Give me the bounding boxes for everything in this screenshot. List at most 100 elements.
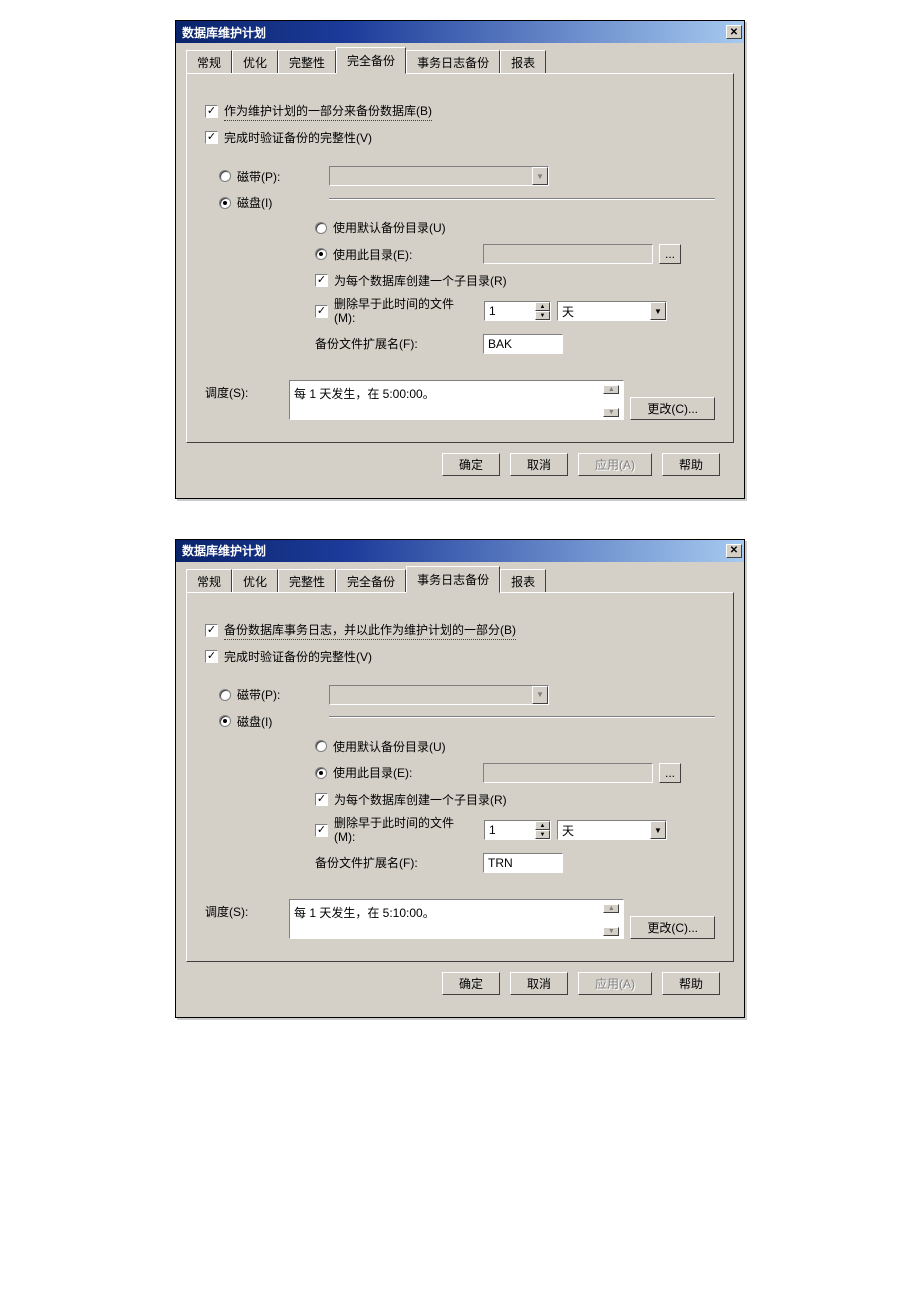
tab-4[interactable]: 事务日志备份 bbox=[406, 566, 500, 593]
radio-this-dir[interactable] bbox=[315, 248, 327, 260]
delete-older-unit-select[interactable]: 天▼ bbox=[557, 820, 667, 840]
tab-4[interactable]: 事务日志备份 bbox=[406, 50, 500, 74]
label-disk: 磁盘(I) bbox=[237, 713, 329, 730]
label-extension: 备份文件扩展名(F): bbox=[315, 335, 483, 352]
checkbox-subdir[interactable] bbox=[315, 274, 328, 287]
label-backup-as-part: 备份数据库事务日志，并以此作为维护计划的一部分(B) bbox=[224, 621, 516, 640]
row-backup-part: 作为维护计划的一部分来备份数据库(B) bbox=[205, 102, 715, 121]
scroll-down-icon: ▼ bbox=[603, 927, 619, 936]
directory-input[interactable] bbox=[483, 763, 653, 783]
delete-older-value[interactable] bbox=[485, 302, 535, 320]
help-button[interactable]: 帮助 bbox=[662, 972, 720, 995]
change-button[interactable]: 更改(C)... bbox=[630, 916, 715, 939]
cancel-button[interactable]: 取消 bbox=[510, 972, 568, 995]
row-default-dir: 使用默认备份目录(U) bbox=[315, 219, 715, 236]
tab-3[interactable]: 完全备份 bbox=[336, 47, 406, 74]
checkbox-verify-integrity[interactable] bbox=[205, 650, 218, 663]
row-tape: 磁带(P):▼ bbox=[219, 166, 715, 186]
label-disk: 磁盘(I) bbox=[237, 194, 329, 211]
tab-2[interactable]: 完整性 bbox=[278, 50, 336, 74]
chevron-down-icon[interactable]: ▼ bbox=[650, 302, 666, 320]
row-disk: 磁盘(I) bbox=[219, 713, 715, 730]
radio-disk[interactable] bbox=[219, 197, 231, 209]
close-icon[interactable]: ✕ bbox=[726, 544, 742, 558]
delete-older-unit: 天 bbox=[562, 303, 574, 320]
checkbox-delete-older[interactable] bbox=[315, 305, 328, 318]
ok-button[interactable]: 确定 bbox=[442, 453, 500, 476]
checkbox-backup-as-part[interactable] bbox=[205, 624, 218, 637]
delete-older-value[interactable] bbox=[485, 821, 535, 839]
label-default-dir: 使用默认备份目录(U) bbox=[333, 738, 446, 755]
close-icon[interactable]: ✕ bbox=[726, 25, 742, 39]
radio-tape[interactable] bbox=[219, 170, 231, 182]
radio-this-dir[interactable] bbox=[315, 767, 327, 779]
row-subdir: 为每个数据库创建一个子目录(R) bbox=[315, 791, 715, 808]
apply-button: 应用(A) bbox=[578, 453, 652, 476]
row-verify: 完成时验证备份的完整性(V) bbox=[205, 648, 715, 665]
schedule-textarea[interactable]: 每 1 天发生，在 5:00:00。▲▼ bbox=[289, 380, 624, 420]
checkbox-delete-older[interactable] bbox=[315, 824, 328, 837]
delete-older-unit-select[interactable]: 天▼ bbox=[557, 301, 667, 321]
delete-older-spinner[interactable]: ▲▼ bbox=[484, 301, 551, 321]
tab-1[interactable]: 优化 bbox=[232, 50, 278, 74]
apply-button: 应用(A) bbox=[578, 972, 652, 995]
cancel-button[interactable]: 取消 bbox=[510, 453, 568, 476]
label-schedule: 调度(S): bbox=[205, 380, 289, 401]
tabs: 常规优化完整性完全备份事务日志备份报表 bbox=[186, 51, 734, 73]
chevron-down-icon: ▼ bbox=[532, 686, 548, 704]
row-delete-older: 删除早于此时间的文件(M):▲▼天▼ bbox=[315, 816, 715, 845]
label-verify: 完成时验证备份的完整性(V) bbox=[224, 648, 372, 665]
tab-body: 作为维护计划的一部分来备份数据库(B)完成时验证备份的完整性(V)磁带(P):▼… bbox=[186, 73, 734, 443]
row-disk: 磁盘(I) bbox=[219, 194, 715, 211]
row-default-dir: 使用默认备份目录(U) bbox=[315, 738, 715, 755]
row-delete-older: 删除早于此时间的文件(M):▲▼天▼ bbox=[315, 297, 715, 326]
tab-0[interactable]: 常规 bbox=[186, 50, 232, 74]
titlebar: 数据库维护计划✕ bbox=[176, 540, 744, 562]
row-extension: 备份文件扩展名(F): bbox=[315, 334, 715, 354]
schedule-textarea[interactable]: 每 1 天发生，在 5:10:00。▲▼ bbox=[289, 899, 624, 939]
chevron-down-icon: ▼ bbox=[532, 167, 548, 185]
checkbox-backup-as-part[interactable] bbox=[205, 105, 218, 118]
tab-5[interactable]: 报表 bbox=[500, 50, 546, 74]
ok-button[interactable]: 确定 bbox=[442, 972, 500, 995]
checkbox-subdir[interactable] bbox=[315, 793, 328, 806]
row-schedule: 调度(S):每 1 天发生，在 5:10:00。▲▼更改(C)... bbox=[205, 899, 715, 939]
extension-input[interactable] bbox=[483, 853, 563, 873]
chevron-down-icon[interactable]: ▼ bbox=[650, 821, 666, 839]
row-this-dir: 使用此目录(E):... bbox=[315, 763, 715, 783]
tape-combo: ▼ bbox=[329, 166, 549, 186]
radio-default-dir[interactable] bbox=[315, 222, 327, 234]
radio-disk[interactable] bbox=[219, 715, 231, 727]
label-backup-as-part: 作为维护计划的一部分来备份数据库(B) bbox=[224, 102, 432, 121]
label-this-dir: 使用此目录(E): bbox=[333, 246, 483, 263]
browse-button[interactable]: ... bbox=[659, 244, 681, 264]
change-button[interactable]: 更改(C)... bbox=[630, 397, 715, 420]
extension-input[interactable] bbox=[483, 334, 563, 354]
spin-down-icon[interactable]: ▼ bbox=[535, 830, 550, 839]
delete-older-spinner[interactable]: ▲▼ bbox=[484, 820, 551, 840]
tab-0[interactable]: 常规 bbox=[186, 569, 232, 593]
spin-up-icon[interactable]: ▲ bbox=[535, 821, 550, 830]
label-extension: 备份文件扩展名(F): bbox=[315, 854, 483, 871]
button-row: 确定取消应用(A) 帮助 bbox=[186, 962, 734, 1007]
button-row: 确定取消应用(A) 帮助 bbox=[186, 443, 734, 488]
spin-down-icon[interactable]: ▼ bbox=[535, 311, 550, 320]
checkbox-verify-integrity[interactable] bbox=[205, 131, 218, 144]
directory-input[interactable] bbox=[483, 244, 653, 264]
tab-2[interactable]: 完整性 bbox=[278, 569, 336, 593]
delete-older-unit: 天 bbox=[562, 822, 574, 839]
tab-3[interactable]: 完全备份 bbox=[336, 569, 406, 593]
label-default-dir: 使用默认备份目录(U) bbox=[333, 219, 446, 236]
spin-up-icon[interactable]: ▲ bbox=[535, 302, 550, 311]
row-extension: 备份文件扩展名(F): bbox=[315, 853, 715, 873]
label-delete-older: 删除早于此时间的文件(M): bbox=[334, 816, 484, 845]
row-this-dir: 使用此目录(E):... bbox=[315, 244, 715, 264]
tab-1[interactable]: 优化 bbox=[232, 569, 278, 593]
help-button[interactable]: 帮助 bbox=[662, 453, 720, 476]
radio-tape[interactable] bbox=[219, 689, 231, 701]
dialog-title: 数据库维护计划 bbox=[182, 24, 266, 41]
tab-5[interactable]: 报表 bbox=[500, 569, 546, 593]
browse-button[interactable]: ... bbox=[659, 763, 681, 783]
row-backup-part: 备份数据库事务日志，并以此作为维护计划的一部分(B) bbox=[205, 621, 715, 640]
radio-default-dir[interactable] bbox=[315, 740, 327, 752]
